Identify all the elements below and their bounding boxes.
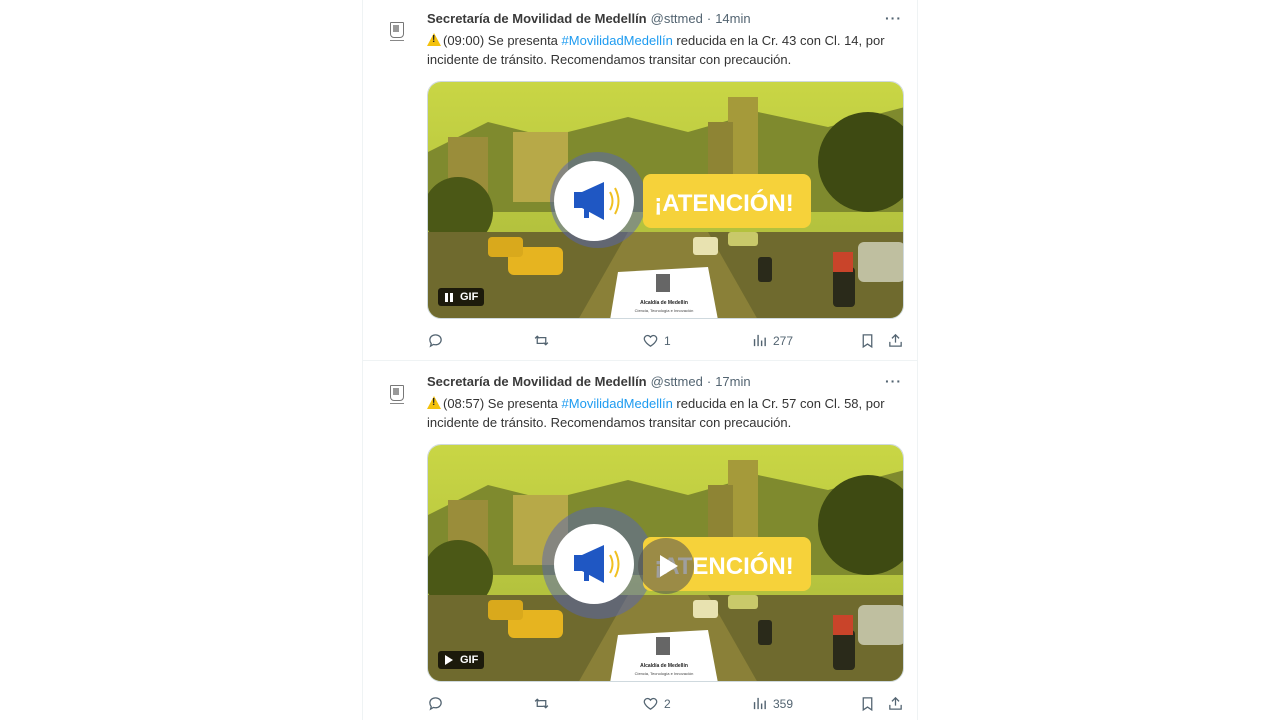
pause-icon[interactable]: [442, 291, 456, 303]
author-handle[interactable]: @sttmed: [651, 11, 703, 26]
timeline-right-border: [917, 0, 918, 720]
play-video-icon[interactable]: [638, 538, 694, 594]
share-icon: [889, 333, 902, 347]
share-icon: [889, 696, 902, 710]
author-handle[interactable]: @sttmed: [651, 374, 703, 389]
bookmark-icon: [862, 334, 873, 349]
warning-icon: [427, 33, 441, 46]
share-button[interactable]: [887, 695, 904, 712]
hashtag-link[interactable]: #MovilidadMedellín: [562, 33, 673, 48]
gif-label: GIF: [460, 654, 479, 666]
tweet[interactable]: Secretaría de Movilidad de Medellín @stt…: [363, 361, 917, 720]
tweet-time[interactable]: 17min: [715, 374, 750, 389]
share-button[interactable]: [887, 332, 904, 349]
gif-label: GIF: [460, 291, 479, 303]
separator-dot: ·: [706, 11, 712, 26]
alcaldia-logo-subtitle: Ciencia, Tecnología e Innovación: [635, 671, 694, 676]
tweet-text-before: (09:00) Se presenta: [443, 33, 562, 48]
reply-button[interactable]: [427, 695, 449, 712]
author-name[interactable]: Secretaría de Movilidad de Medellín: [427, 11, 647, 26]
tweet-text: (09:00) Se presenta #MovilidadMedellín r…: [427, 31, 897, 69]
like-count: 1: [664, 333, 671, 348]
bookmark-button[interactable]: [859, 332, 876, 349]
like-button[interactable]: 2: [642, 695, 671, 712]
gif-frame: ¡ATENCIÓN! Alcaldía de Medellín Ciencia,…: [428, 82, 903, 318]
views-chart-icon: [753, 697, 766, 710]
tweet[interactable]: Secretaría de Movilidad de Medellín @stt…: [363, 0, 917, 360]
avatar[interactable]: [381, 14, 413, 46]
alcaldia-logo-title: Alcaldía de Medellín: [640, 300, 688, 306]
play-icon[interactable]: [442, 654, 456, 666]
views-count: 359: [773, 696, 794, 711]
reply-icon: [429, 334, 442, 348]
atencion-banner-text: ¡ATENCIÓN!: [654, 189, 794, 217]
reply-button[interactable]: [427, 332, 449, 349]
heart-icon: [643, 697, 658, 710]
tweet-header: Secretaría de Movilidad de Medellín @stt…: [427, 11, 751, 26]
retweet-icon: [534, 698, 549, 709]
views-button[interactable]: 277: [751, 332, 793, 349]
tweet-text: (08:57) Se presenta #MovilidadMedellín r…: [427, 394, 897, 432]
author-name[interactable]: Secretaría de Movilidad de Medellín: [427, 374, 647, 389]
tweet-actions: 1 277: [427, 332, 907, 352]
coat-of-arms-icon: [390, 22, 404, 38]
views-count: 277: [773, 333, 794, 348]
like-button[interactable]: 1: [642, 332, 671, 349]
gif-badge[interactable]: GIF: [438, 288, 485, 306]
tweet-media-gif[interactable]: ¡ATENCIÓN! Alcaldía de Medellín Ciencia,…: [427, 81, 904, 319]
views-button[interactable]: 359: [751, 695, 793, 712]
like-count: 2: [664, 696, 671, 711]
avatar[interactable]: [381, 377, 413, 409]
more-options-icon[interactable]: ···: [885, 373, 902, 389]
tweet-media-gif[interactable]: ¡ATENCIÓN! Alcaldía de Medellín Ciencia,…: [427, 444, 904, 682]
warning-icon: [427, 396, 441, 409]
heart-icon: [643, 334, 658, 347]
tweet-text-before: (08:57) Se presenta: [443, 396, 562, 411]
hashtag-link[interactable]: #MovilidadMedellín: [562, 396, 673, 411]
coat-of-arms-icon: [390, 385, 404, 401]
bookmark-icon: [862, 697, 873, 712]
separator-dot: ·: [706, 374, 712, 389]
retweet-button[interactable]: [533, 695, 555, 712]
views-chart-icon: [753, 334, 766, 347]
more-options-icon[interactable]: ···: [885, 10, 902, 26]
reply-icon: [429, 697, 442, 711]
tweet-header: Secretaría de Movilidad de Medellín @stt…: [427, 374, 751, 389]
bookmark-button[interactable]: [859, 695, 876, 712]
alcaldia-logo-title: Alcaldía de Medellín: [640, 663, 688, 669]
gif-badge[interactable]: GIF: [438, 651, 485, 669]
retweet-icon: [534, 335, 549, 346]
tweet-time[interactable]: 14min: [715, 11, 750, 26]
retweet-button[interactable]: [533, 332, 555, 349]
tweet-actions: 2 359: [427, 695, 907, 715]
alcaldia-logo-subtitle: Ciencia, Tecnología e Innovación: [635, 308, 694, 313]
